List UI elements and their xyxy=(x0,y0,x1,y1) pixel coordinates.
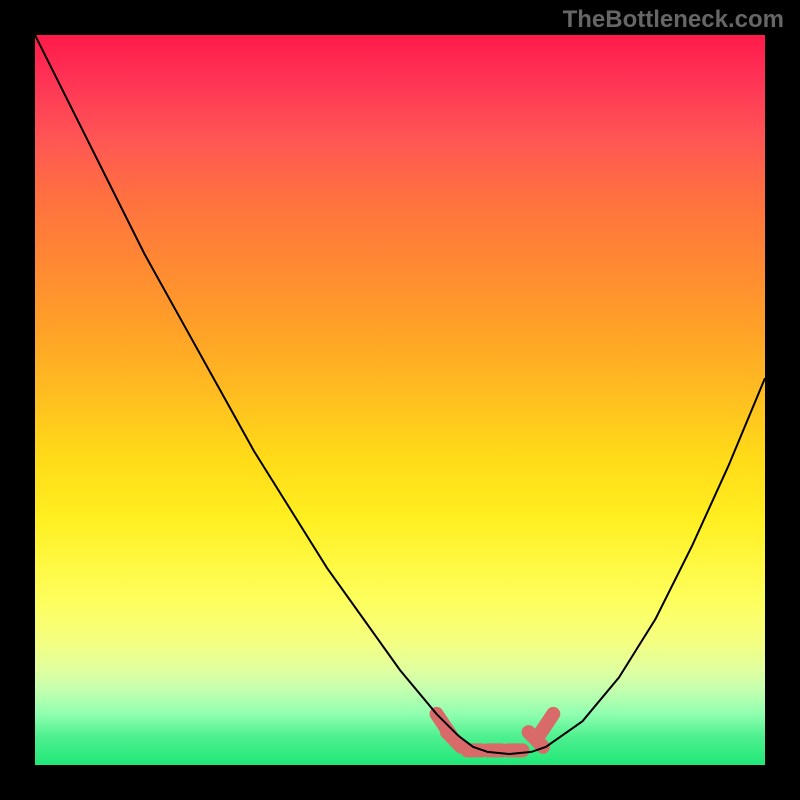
bottleneck-curve xyxy=(35,35,765,754)
chart-svg xyxy=(35,35,765,765)
chart-plot-area xyxy=(35,35,765,765)
watermark-text: TheBottleneck.com xyxy=(563,6,784,34)
